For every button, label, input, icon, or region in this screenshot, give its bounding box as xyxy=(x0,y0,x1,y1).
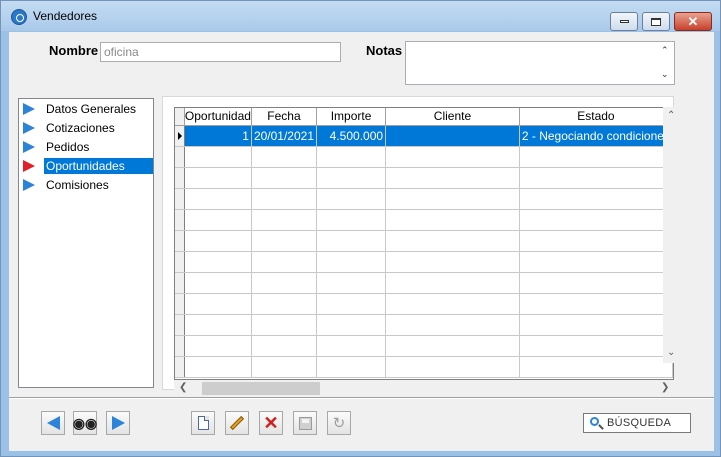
scroll-thumb[interactable] xyxy=(202,382,320,395)
empty-row xyxy=(175,146,673,168)
search-label: BÚSQUEDA xyxy=(607,417,672,429)
empty-row xyxy=(175,251,673,273)
previous-record-button[interactable] xyxy=(41,411,65,435)
tree-item-cotizaciones[interactable]: Cotizaciones xyxy=(19,119,153,137)
scroll-up-icon[interactable]: ⌃ xyxy=(667,110,675,121)
empty-row xyxy=(175,167,673,189)
triangle-icon xyxy=(23,122,35,134)
cell-estado[interactable]: 2 - Negociando condiciones xyxy=(519,125,673,147)
grid-header-row: Oportunidad Fecha Importe Cliente Estado xyxy=(175,108,673,126)
maximize-button[interactable] xyxy=(642,12,670,31)
delete-x-icon: ✕ xyxy=(263,413,279,433)
tree-item-oportunidades[interactable]: Oportunidades xyxy=(19,157,153,175)
divider-highlight xyxy=(9,398,714,399)
client-area: Nombre Notas ⌃ ⌄ Datos Generales Cotizac… xyxy=(9,32,714,451)
nombre-input[interactable] xyxy=(100,42,341,62)
empty-row xyxy=(175,230,673,252)
binoculars-icon: ◉◉ xyxy=(72,414,98,431)
empty-row xyxy=(175,314,673,336)
cell-importe[interactable]: 4.500.000 xyxy=(316,125,387,147)
maximize-icon xyxy=(651,17,661,26)
arrow-right-icon xyxy=(111,416,125,430)
column-header-cliente[interactable]: Cliente xyxy=(385,108,520,126)
empty-row xyxy=(175,335,673,357)
empty-row xyxy=(175,356,673,378)
cell-oportunidad[interactable]: 1 xyxy=(184,125,252,147)
notas-label: Notas xyxy=(366,43,403,58)
next-record-button[interactable] xyxy=(106,411,130,435)
grid-horizontal-scrollbar[interactable]: ❮ ❯ xyxy=(174,380,674,397)
new-document-icon xyxy=(197,416,209,430)
tree-item-datos-generales[interactable]: Datos Generales xyxy=(19,100,153,118)
triangle-icon xyxy=(23,141,35,153)
arrow-left-icon xyxy=(46,416,60,430)
notas-textarea[interactable]: ⌃ ⌄ xyxy=(405,41,675,85)
oportunidades-grid[interactable]: Oportunidad Fecha Importe Cliente Estado… xyxy=(174,107,674,380)
row-indicator xyxy=(175,125,185,147)
save-disk-icon xyxy=(298,416,312,430)
window-title: Vendedores xyxy=(33,9,98,23)
scroll-down-icon[interactable]: ⌄ xyxy=(661,69,669,80)
scroll-left-icon[interactable]: ❮ xyxy=(179,382,187,393)
tree-item-label: Datos Generales xyxy=(46,102,137,116)
triangle-icon xyxy=(23,160,35,172)
grid-vertical-scrollbar[interactable]: ⌃ ⌄ xyxy=(663,107,680,363)
tree-item-label: Comisiones xyxy=(46,178,109,192)
minimize-button[interactable] xyxy=(610,12,638,31)
new-button[interactable] xyxy=(191,411,215,435)
vendedores-window: Vendedores ✕ Nombre Notas ⌃ ⌄ Datos Gene… xyxy=(0,0,721,457)
cell-cliente[interactable] xyxy=(385,125,520,147)
empty-row xyxy=(175,293,673,315)
delete-button[interactable]: ✕ xyxy=(259,411,283,435)
tree-item-label: Cotizaciones xyxy=(46,121,115,135)
close-button[interactable]: ✕ xyxy=(674,12,712,31)
row-indicator-header xyxy=(175,108,185,126)
cell-fecha[interactable]: 20/01/2021 xyxy=(251,125,318,147)
empty-row xyxy=(175,272,673,294)
section-tree: Datos Generales Cotizaciones Pedidos Opo… xyxy=(18,98,154,388)
column-header-importe[interactable]: Importe xyxy=(316,108,387,126)
search-button[interactable]: BÚSQUEDA xyxy=(583,413,691,433)
empty-row xyxy=(175,209,673,231)
tree-item-pedidos[interactable]: Pedidos xyxy=(19,138,153,156)
tree-item-comisiones[interactable]: Comisiones xyxy=(19,176,153,194)
scroll-down-icon[interactable]: ⌄ xyxy=(667,347,675,358)
column-header-fecha[interactable]: Fecha xyxy=(251,108,318,126)
pencil-icon xyxy=(229,415,245,431)
tree-item-label: Pedidos xyxy=(46,140,90,154)
undo-icon: ↻ xyxy=(332,415,346,432)
empty-row xyxy=(175,188,673,210)
triangle-icon xyxy=(23,103,35,115)
scroll-right-icon[interactable]: ❯ xyxy=(661,382,669,393)
notas-scrollbar[interactable]: ⌃ ⌄ xyxy=(657,42,674,84)
edit-button[interactable] xyxy=(225,411,249,435)
undo-button[interactable]: ↻ xyxy=(327,411,351,435)
find-button[interactable]: ◉◉ xyxy=(73,411,97,435)
triangle-icon xyxy=(23,179,35,191)
column-header-estado[interactable]: Estado xyxy=(519,108,673,126)
minimize-icon xyxy=(619,20,629,23)
table-row[interactable]: 1 20/01/2021 4.500.000 2 - Negociando co… xyxy=(175,125,673,147)
tree-item-label: Oportunidades xyxy=(44,158,153,174)
current-row-icon xyxy=(178,131,182,140)
scroll-up-icon[interactable]: ⌃ xyxy=(661,45,669,56)
column-header-oportunidad[interactable]: Oportunidad xyxy=(184,108,252,126)
nombre-label: Nombre xyxy=(49,43,99,58)
close-icon: ✕ xyxy=(687,13,699,29)
save-button[interactable] xyxy=(293,411,317,435)
oportunidades-panel: Oportunidad Fecha Importe Cliente Estado… xyxy=(162,96,680,397)
app-icon xyxy=(11,9,27,25)
magnifier-icon xyxy=(590,417,599,426)
title-bar[interactable]: Vendedores ✕ xyxy=(1,1,720,31)
